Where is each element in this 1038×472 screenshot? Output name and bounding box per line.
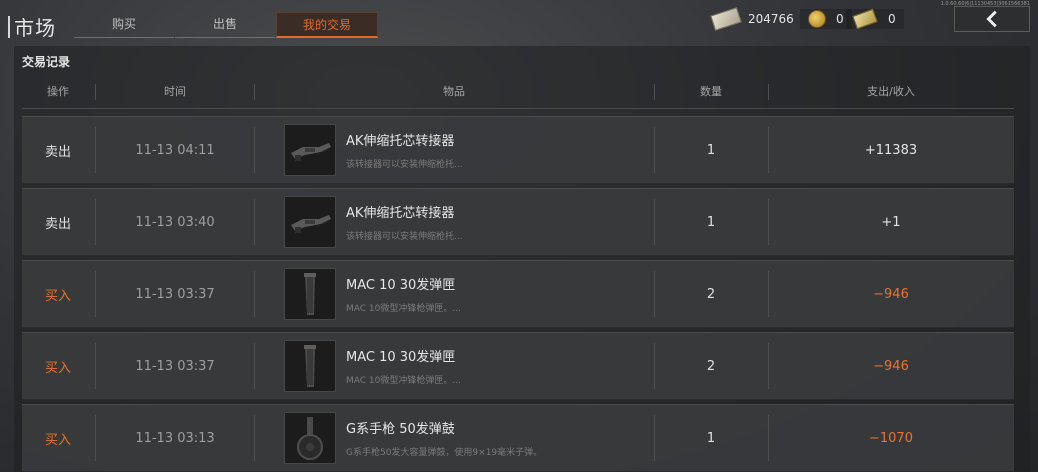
column-header-qty: 数量 [700,85,722,98]
row-amount: +1 [881,214,901,230]
row-action: 卖出 [44,144,71,160]
coin-icon [808,10,826,28]
row-divider [254,343,255,389]
item-description: MAC 10微型冲锋枪弹匣。... [346,304,461,314]
column-header-action: 操作 [47,85,69,98]
row-divider [254,199,255,245]
row-item: AK伸缩托芯转接器 该转接器可以安装伸缩枪托... [284,189,654,255]
table-header: 操作 时间 物品 数量 支出/收入 [22,78,1014,106]
item-description: 该转接器可以安装伸缩枪托... [346,160,463,170]
row-time: 11-13 03:37 [135,286,215,302]
item-name: MAC 10 30发弹匣 [346,350,456,365]
row-divider [254,127,255,173]
table-row[interactable]: 买入 11-13 03:13 G系手枪 50发弹鼓 G系手枪50发大容量弹鼓，使… [22,404,1014,472]
magazine-thumbnail [284,268,336,320]
table-row[interactable]: 买入 11-13 03:37 MAC 10 30发弹匣 MAC 10微型冲锋枪弹… [22,332,1014,400]
magazine-thumbnail [284,340,336,392]
section-title: 交易记录 [22,55,71,69]
column-header-item: 物品 [443,85,465,98]
table-row[interactable]: 卖出 11-13 03:40 AK伸缩托芯转接器 该转接器可以安装伸缩枪托...… [22,188,1014,256]
cash-icon [710,7,742,31]
tab-bar: 购买 出售 我的交易 [74,12,379,38]
tab-sell[interactable]: 出售 [175,12,275,38]
item-name: AK伸缩托芯转接器 [346,134,455,149]
stock-adapter-thumbnail [284,196,336,248]
row-amount: −1070 [869,430,913,446]
item-description: MAC 10微型冲锋枪弹匣。... [346,376,461,386]
row-time: 11-13 03:40 [135,214,215,230]
tab-my-trades[interactable]: 我的交易 [276,12,378,38]
ticket-box: 0 [846,8,904,30]
item-description: G系手枪50发大容量弹鼓，使用9×19毫米子弹。 [346,448,543,458]
ticket-balance: 0 [846,8,904,30]
item-name: AK伸缩托芯转接器 [346,206,455,221]
row-action: 买入 [44,288,71,304]
row-item: MAC 10 30发弹匣 MAC 10微型冲锋枪弹匣。... [284,333,654,399]
item-name: MAC 10 30发弹匣 [346,278,456,293]
stock-adapter-thumbnail [284,124,336,176]
row-quantity: 1 [706,142,716,158]
coin-balance: 0 [800,8,852,30]
top-bar: 市场 购买 出售 我的交易 204766 0 0 1.0.60.60|6|111… [0,0,1038,46]
row-quantity: 2 [706,358,716,374]
row-quantity: 2 [706,286,716,302]
row-amount: −946 [873,358,909,374]
ticket-icon [852,8,878,30]
ticket-amount: 0 [888,12,896,26]
row-time: 11-13 03:13 [135,430,215,446]
item-name: G系手枪 50发弹鼓 [346,422,455,437]
row-quantity: 1 [706,430,716,446]
row-action: 卖出 [44,216,71,232]
column-header-amount: 支出/收入 [867,85,915,98]
cash-balance: 204766 [710,7,794,31]
item-description: 该转接器可以安装伸缩枪托... [346,232,463,242]
header-divider-line [22,108,1014,109]
row-divider [254,415,255,461]
row-amount: +11383 [864,142,918,158]
coin-amount: 0 [836,12,844,26]
chevron-left-icon [986,10,997,28]
column-header-time: 时间 [164,85,186,98]
row-action: 买入 [44,432,71,448]
row-time: 11-13 03:37 [135,358,215,374]
row-amount: −946 [873,286,909,302]
row-time: 11-13 04:11 [135,142,215,158]
page-title: 市场 [14,16,56,40]
table-row[interactable]: 买入 11-13 03:37 MAC 10 30发弹匣 MAC 10微型冲锋枪弹… [22,260,1014,328]
row-item: AK伸缩托芯转接器 该转接器可以安装伸缩枪托... [284,117,654,183]
title-accent-bar [8,16,10,38]
row-item: MAC 10 30发弹匣 MAC 10微型冲锋枪弹匣。... [284,261,654,327]
cash-amount: 204766 [748,12,794,26]
row-divider [254,271,255,317]
table-row[interactable]: 卖出 11-13 04:11 AK伸缩托芯转接器 该转接器可以安装伸缩枪托...… [22,116,1014,184]
row-quantity: 1 [706,214,716,230]
row-item: G系手枪 50发弹鼓 G系手枪50发大容量弹鼓，使用9×19毫米子弹。 [284,405,654,471]
back-button[interactable] [954,6,1030,32]
drum-magazine-thumbnail [284,412,336,464]
row-action: 买入 [44,360,71,376]
coin-box: 0 [800,9,852,29]
tab-buy[interactable]: 购买 [74,12,174,38]
